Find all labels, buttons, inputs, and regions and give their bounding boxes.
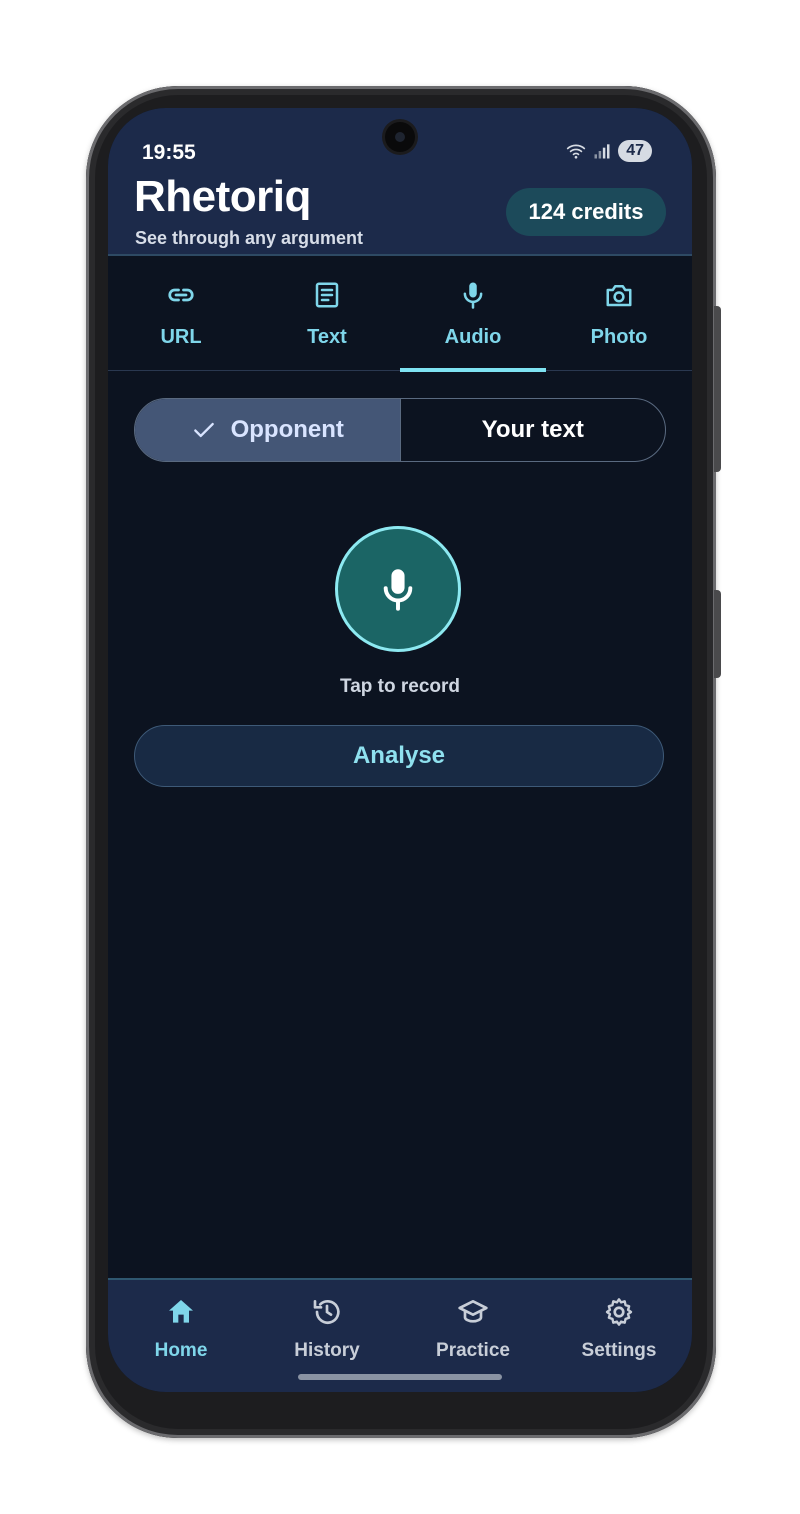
segment-opponent[interactable]: Opponent [135,399,401,461]
app-title: Rhetoriq [134,172,311,221]
record-hint: Tap to record [340,676,460,697]
tab-label: Text [307,326,347,348]
volume-button [714,306,721,472]
tab-url[interactable]: URL [108,256,254,370]
input-mode-tabs: URL Text Audio Photo [108,256,692,372]
battery-indicator: 47 [618,140,652,162]
history-icon [313,1300,340,1324]
microphone-icon [383,569,413,611]
tab-label: Audio [444,326,502,348]
nav-label: Home [154,1340,208,1361]
tab-label: URL [160,326,202,348]
record-button[interactable] [335,526,461,652]
analyse-button[interactable]: Analyse [134,725,664,787]
signal-icon [594,144,610,159]
tab-audio[interactable]: Audio [400,256,546,372]
document-icon [315,282,339,308]
segment-label: Opponent [230,416,344,443]
nav-settings[interactable]: Settings [546,1280,692,1380]
front-camera [385,122,415,152]
power-button [714,590,721,678]
credits-button[interactable]: 124 credits [506,188,666,236]
nav-history[interactable]: History [254,1280,400,1380]
segment-label: Your text [481,416,584,443]
nav-label: Practice [436,1340,510,1361]
camera-icon [606,285,632,307]
microphone-icon [463,282,483,309]
app-screen: 19:55 47 Rhetoriq See through any argume… [108,108,692,1392]
nav-practice[interactable]: Practice [400,1280,546,1380]
nav-label: History [294,1340,360,1361]
nav-label: Settings [581,1340,657,1361]
home-icon [169,1300,193,1323]
link-icon [168,288,194,302]
wifi-icon [567,144,586,159]
tab-text[interactable]: Text [254,256,400,370]
check-icon [193,422,214,438]
status-icons: 47 [566,140,652,162]
app-subtitle: See through any argument [135,228,364,248]
nav-home[interactable]: Home [108,1280,254,1380]
graduation-cap-icon [458,1300,488,1323]
status-time: 19:55 [142,141,196,164]
gear-icon [605,1298,633,1326]
segment-your-text[interactable]: Your text [401,399,666,461]
tab-photo[interactable]: Photo [546,256,692,370]
tab-label: Photo [590,326,648,348]
speaker-segmented-control: Opponent Your text [134,398,666,462]
home-gesture-bar[interactable] [298,1374,502,1380]
